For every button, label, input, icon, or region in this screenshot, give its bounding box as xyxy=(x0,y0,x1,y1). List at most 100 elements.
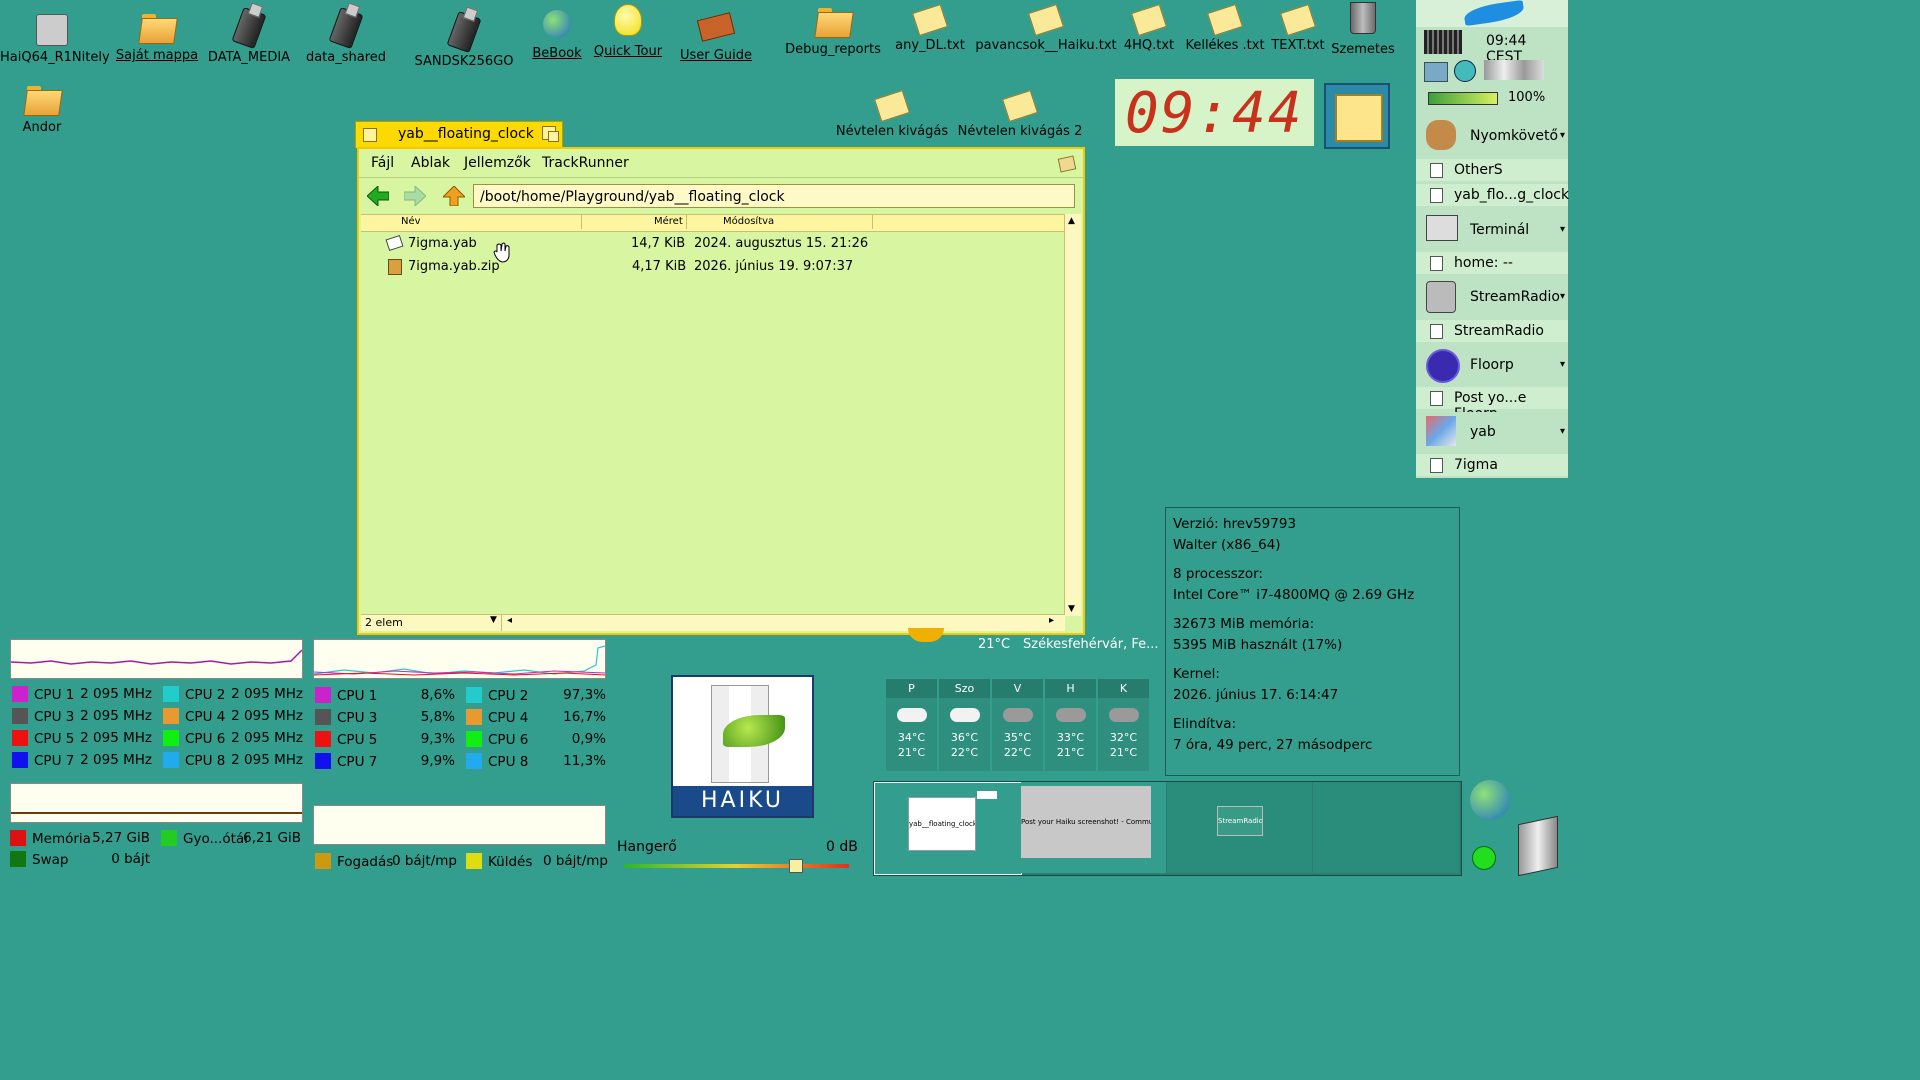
column-name[interactable]: Név xyxy=(401,216,421,227)
parent-folder-arrow-icon[interactable] xyxy=(443,186,465,206)
floorp-icon xyxy=(1426,349,1460,383)
legend-name: CPU 5 xyxy=(34,731,75,747)
legend-item: CPU 7 xyxy=(12,752,74,769)
menu-attributes[interactable]: Jellemzők xyxy=(464,155,531,171)
workspace-2[interactable]: Post your Haiku screenshot! - Communi... xyxy=(1021,782,1166,873)
column-size[interactable]: Méret xyxy=(654,216,683,227)
cpu-meter-icon xyxy=(1424,30,1462,54)
close-icon[interactable] xyxy=(363,128,377,142)
file-row[interactable]: 7igma.yab.zip 4,17 KiB 2026. június 19. … xyxy=(361,256,1065,278)
desktop-icon-andor[interactable]: Andor xyxy=(0,80,97,135)
expand-icon[interactable]: ▾ xyxy=(1560,359,1565,370)
deskbar-app-tracker[interactable]: Nyomkövető ▾ xyxy=(1416,116,1568,156)
dog-icon xyxy=(1426,120,1456,150)
deskbar-app-terminal[interactable]: Terminál ▾ xyxy=(1416,209,1568,249)
desktop-icon-trash[interactable]: Szemetes xyxy=(1308,2,1418,57)
status-bar: 2 elem ▼ ◂ ▸ xyxy=(361,614,1065,631)
menu-trackrunner[interactable]: TrackRunner xyxy=(542,155,629,171)
legend-value: 0 bájt/mp xyxy=(542,853,608,869)
file-row[interactable]: 7igma.yab 14,7 KiB 2024. augusztus 15. 2… xyxy=(361,233,1065,255)
expand-icon[interactable]: ▾ xyxy=(1560,130,1565,141)
text-file-icon xyxy=(1207,3,1243,37)
deskbar-menu[interactable] xyxy=(1416,0,1568,27)
forecast-low: 21°C xyxy=(897,746,926,759)
text-file-icon xyxy=(1002,89,1038,123)
expand-icon[interactable]: ▾ xyxy=(1560,224,1565,235)
weather-forecast: P 34°C 21°C Szo 36°C 22°C V 35°C 22°C H 33°C 21°C K 3… xyxy=(886,679,1151,771)
legend-value: 8,6% xyxy=(420,687,455,703)
status-dropdown-icon[interactable]: ▼ xyxy=(490,615,497,625)
column-modified[interactable]: Módosítva xyxy=(723,216,774,227)
icon-label: any_DL.txt xyxy=(895,38,965,53)
zoom-icon[interactable] xyxy=(542,126,559,142)
menu-window[interactable]: Ablak xyxy=(411,155,450,171)
workspace-3[interactable]: StreamRadio xyxy=(1167,782,1312,873)
legend-item: CPU 7 xyxy=(315,753,377,770)
path-input[interactable]: /boot/home/Playground/yab__floating_cloc… xyxy=(473,184,1075,208)
back-arrow-icon[interactable] xyxy=(367,186,389,206)
vertical-scrollbar[interactable]: ▲ ▼ xyxy=(1064,214,1081,616)
volume-slider[interactable] xyxy=(624,859,849,873)
scroll-down-icon[interactable]: ▼ xyxy=(1068,604,1075,614)
volume-slider-knob[interactable] xyxy=(789,859,803,873)
deskbar-window-item[interactable]: StreamRadio xyxy=(1416,320,1568,342)
legend-swatch xyxy=(466,687,482,703)
deskbar-window-item[interactable]: home: -- xyxy=(1416,252,1568,274)
desktop-icon-clip1[interactable]: Névtelen kivágás xyxy=(830,86,954,139)
deskbar-app-yab[interactable]: yab ▾ xyxy=(1416,412,1568,452)
window-tab[interactable]: yab__floating_clock xyxy=(355,121,563,148)
icon-label: User Guide xyxy=(680,48,752,63)
legend-name: CPU 6 xyxy=(185,731,226,747)
legend-name: CPU 1 xyxy=(337,688,378,704)
scroll-right-icon[interactable]: ▸ xyxy=(1049,615,1054,626)
scroll-left-icon[interactable]: ◂ xyxy=(507,615,512,626)
legend-swatch xyxy=(12,730,28,746)
icon-label: Névtelen kivágás xyxy=(835,124,949,139)
deskbar-window-item[interactable]: 7igma xyxy=(1416,454,1568,476)
file-modified: 2026. június 19. 9:07:37 xyxy=(694,259,854,274)
legend-value: 16,7% xyxy=(563,709,606,725)
battery-icon xyxy=(1428,92,1498,105)
app-label: Floorp xyxy=(1470,357,1514,373)
lightbulb-icon xyxy=(614,4,642,36)
legend-item: CPU 4 xyxy=(466,709,528,726)
text-file-icon xyxy=(1131,3,1167,37)
desktop-icon-haiq[interactable]: HaiQ64_R1Nitely xyxy=(0,8,110,65)
legend-value: 11,3% xyxy=(563,753,606,769)
workspace-1[interactable]: yab__floating_clock xyxy=(874,782,1022,875)
desktop-icon-user-guide[interactable]: User Guide xyxy=(661,8,771,63)
deskbar-window-item[interactable]: Post yo...e Floorp xyxy=(1416,387,1568,422)
scroll-up-icon[interactable]: ▲ xyxy=(1068,216,1075,226)
legend-value: 5,27 GiB xyxy=(92,830,150,846)
legend-value: 0 bájt/mp xyxy=(391,853,457,869)
deskbar-window-item[interactable]: OtherS xyxy=(1416,159,1568,181)
desktop-icon-any-dl[interactable]: any_DL.txt xyxy=(875,0,985,53)
desktop-icon-data-shared[interactable]: data_shared xyxy=(291,6,401,65)
cpu-usage-lines xyxy=(313,645,606,676)
deskbar-app-streamradio[interactable]: StreamRadio ▾ xyxy=(1416,277,1568,317)
deskbar-app-floorp[interactable]: Floorp ▾ xyxy=(1416,345,1568,385)
memory-used: 5395 MiB használt (17%) xyxy=(1173,637,1343,653)
icon-label: HaiQ64_R1Nitely xyxy=(0,50,110,65)
expand-icon[interactable]: ▾ xyxy=(1560,291,1565,302)
deskbar-window-item[interactable]: yab_flo...g_clock xyxy=(1416,184,1569,206)
legend-name: CPU 5 xyxy=(337,732,378,748)
expand-icon[interactable]: ▾ xyxy=(1560,426,1565,437)
digital-clock: 09:44 xyxy=(1115,79,1314,146)
item-count: 2 elem xyxy=(365,616,403,629)
desktop-icon-data-media[interactable]: DATA_MEDIA xyxy=(194,6,304,65)
desktop-icon-debug-reports[interactable]: Debug_reports xyxy=(778,2,888,57)
forecast-day-name: Szo xyxy=(939,679,990,698)
legend-value: 6,21 GiB xyxy=(243,830,301,846)
kernel-label: Kernel: xyxy=(1173,666,1220,682)
forward-arrow-icon[interactable] xyxy=(404,186,426,206)
desktop-icon-clip2[interactable]: Névtelen kivágás 2 xyxy=(956,86,1084,139)
workspaces-pager[interactable]: yab__floating_clock Post your Haiku scre… xyxy=(873,781,1462,876)
legend-value: 2 095 MHz xyxy=(231,730,303,746)
haiku-logo: HAIKU xyxy=(671,675,814,818)
app-label: Nyomkövető xyxy=(1470,128,1559,144)
yab-file-icon xyxy=(385,234,404,252)
cloud-icon xyxy=(949,708,980,722)
workspace-4[interactable] xyxy=(1313,782,1459,873)
menu-file[interactable]: Fájl xyxy=(371,155,394,171)
